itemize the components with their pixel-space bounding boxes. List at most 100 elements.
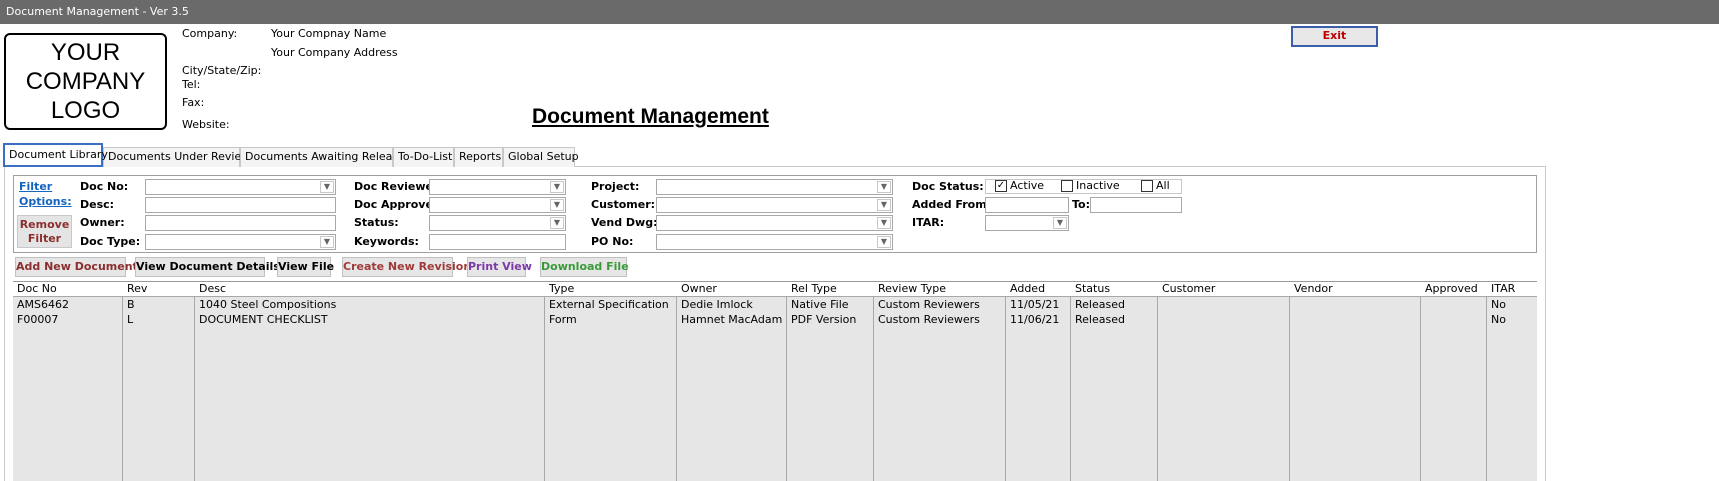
tab-to-do-list[interactable]: To-Do-List [393, 147, 454, 167]
document-table[interactable]: Doc No Rev Desc Type Owner Rel Type Revi… [13, 281, 1537, 481]
filter-options-link[interactable]: Filter Options: [19, 179, 72, 209]
column-header-status[interactable]: Status [1071, 282, 1158, 297]
table-cell[interactable]: DOCUMENT CHECKLIST [195, 312, 545, 327]
chevron-down-icon: ▼ [877, 217, 891, 229]
column-header-rev[interactable]: Rev [123, 282, 195, 297]
chevron-down-icon: ▼ [320, 236, 334, 248]
column-header-doc-no[interactable]: Doc No [13, 282, 123, 297]
exit-button[interactable]: Exit [1291, 26, 1378, 47]
chevron-down-icon: ▼ [550, 217, 564, 229]
tel-label: Tel: [182, 78, 201, 91]
itar-label: ITAR: [912, 216, 945, 229]
column-header-review-type[interactable]: Review Type [874, 282, 1006, 297]
tab-documents-under-review[interactable]: Documents Under Review [103, 147, 250, 167]
table-cell[interactable]: Native File [787, 297, 874, 312]
status-dropdown[interactable]: ▼ [429, 215, 566, 231]
inactive-checkbox[interactable] [1061, 180, 1073, 192]
column-header-rel-type[interactable]: Rel Type [787, 282, 874, 297]
po-no-label: PO No: [591, 235, 634, 248]
vend-dwg-label: Vend Dwg: [591, 216, 658, 229]
doc-no-dropdown[interactable]: ▼ [145, 179, 336, 195]
table-cell[interactable]: Released [1071, 312, 1158, 327]
table-cell[interactable]: AMS6462 [13, 297, 123, 312]
doc-no-label: Doc No: [80, 180, 129, 193]
doc-approver-dropdown[interactable]: ▼ [429, 197, 566, 213]
download-file-button[interactable]: Download File [540, 257, 629, 277]
tab-documents-awaiting-release[interactable]: Documents Awaiting Release [240, 147, 405, 167]
fax-label: Fax: [182, 96, 205, 109]
added-to-input[interactable] [1090, 197, 1182, 213]
status-label: Status: [354, 216, 399, 229]
table-cell[interactable]: Hamnet MacAdam [677, 312, 787, 327]
column-header-owner[interactable]: Owner [677, 282, 787, 297]
table-cell[interactable] [1421, 297, 1487, 312]
filter-options-line1: Filter [19, 180, 53, 193]
check-icon: ✓ [996, 180, 1006, 191]
tab-document-library[interactable]: Document Library [3, 143, 108, 167]
table-cell[interactable] [1290, 297, 1421, 312]
owner-input[interactable] [145, 215, 336, 231]
view-document-details-button[interactable]: View Document Details [135, 257, 280, 277]
view-file-button[interactable]: View File [277, 257, 334, 277]
tab-global-setup[interactable]: Global Setup [503, 147, 579, 167]
column-header-vendor[interactable]: Vendor [1290, 282, 1421, 297]
po-no-dropdown[interactable]: ▼ [656, 234, 893, 250]
filter-options-line2: Options: [19, 195, 72, 208]
column-header-customer[interactable]: Customer [1158, 282, 1290, 297]
remove-filter-button[interactable]: Remove Filter [17, 215, 72, 248]
column-header-added[interactable]: Added [1006, 282, 1071, 297]
column-header-itar[interactable]: ITAR [1487, 282, 1537, 297]
customer-label: Customer: [591, 198, 656, 211]
desc-label: Desc: [80, 198, 115, 211]
table-cell[interactable]: Dedie Imlock [677, 297, 787, 312]
desc-input[interactable] [145, 197, 336, 213]
doc-reviewer-dropdown[interactable]: ▼ [429, 179, 566, 195]
chevron-down-icon: ▼ [877, 199, 891, 211]
active-checkbox[interactable]: ✓ [995, 180, 1007, 192]
company-name: Your Compnay Name [271, 27, 387, 40]
table-cell[interactable] [1158, 312, 1290, 327]
column-header-approved[interactable]: Approved [1421, 282, 1487, 297]
keywords-label: Keywords: [354, 235, 419, 248]
column-header-type[interactable]: Type [545, 282, 677, 297]
table-cell[interactable]: F00007 [13, 312, 123, 327]
tab-reports[interactable]: Reports [454, 147, 503, 167]
table-cell[interactable]: Form [545, 312, 677, 327]
column-header-desc[interactable]: Desc [195, 282, 545, 297]
added-from-input[interactable] [985, 197, 1069, 213]
owner-label: Owner: [80, 216, 125, 229]
table-cell[interactable]: B [123, 297, 195, 312]
table-cell[interactable] [1290, 312, 1421, 327]
vend-dwg-dropdown[interactable]: ▼ [656, 215, 893, 231]
table-cell[interactable]: PDF Version [787, 312, 874, 327]
active-label: Active [1010, 179, 1045, 192]
print-view-button[interactable]: Print View [467, 257, 532, 277]
window-title-bar: Document Management - Ver 3.5 [0, 0, 1719, 24]
window-title: Document Management - Ver 3.5 [6, 5, 189, 18]
all-label: All [1156, 179, 1170, 192]
chevron-down-icon: ▼ [877, 236, 891, 248]
table-cell[interactable]: Released [1071, 297, 1158, 312]
keywords-input[interactable] [429, 234, 566, 250]
table-cell[interactable]: Custom Reviewers [874, 312, 1006, 327]
table-cell[interactable]: No [1487, 312, 1537, 327]
doc-type-dropdown[interactable]: ▼ [145, 234, 336, 250]
table-cell[interactable] [1158, 297, 1290, 312]
table-cell[interactable]: 11/06/21 [1006, 312, 1071, 327]
all-checkbox[interactable] [1141, 180, 1153, 192]
chevron-down-icon: ▼ [877, 181, 891, 193]
project-dropdown[interactable]: ▼ [656, 179, 893, 195]
itar-dropdown[interactable]: ▼ [985, 215, 1069, 231]
table-cell[interactable]: Custom Reviewers [874, 297, 1006, 312]
table-cell[interactable]: L [123, 312, 195, 327]
table-cell[interactable] [1421, 312, 1487, 327]
table-cell[interactable]: No [1487, 297, 1537, 312]
table-cell[interactable]: 1040 Steel Compositions [195, 297, 545, 312]
add-new-document-button[interactable]: Add New Document [15, 257, 138, 277]
create-new-revision-button[interactable]: Create New Revision [342, 257, 471, 277]
chevron-down-icon: ▼ [1053, 217, 1067, 229]
customer-dropdown[interactable]: ▼ [656, 197, 893, 213]
company-address: Your Company Address [271, 46, 398, 59]
table-cell[interactable]: External Specification [545, 297, 677, 312]
table-cell[interactable]: 11/05/21 [1006, 297, 1071, 312]
